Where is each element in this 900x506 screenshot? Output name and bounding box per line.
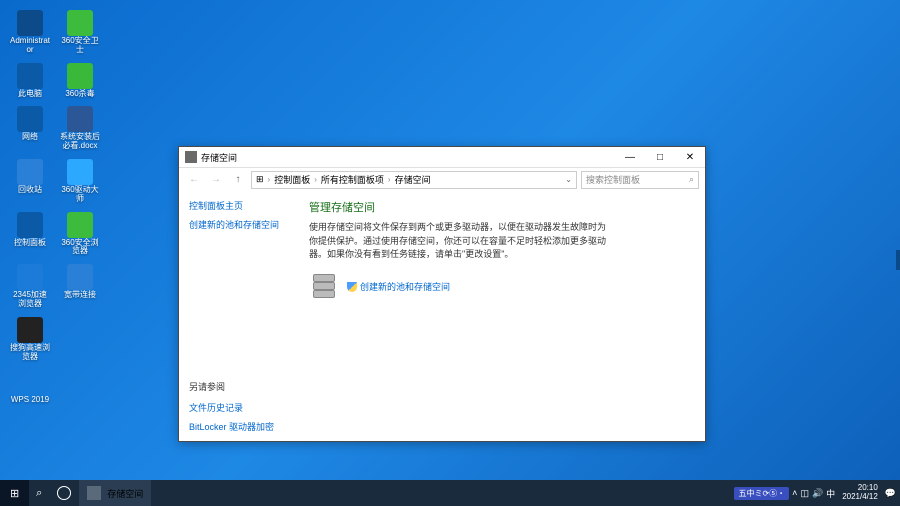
search-placeholder: 搜索控制面板: [586, 173, 640, 186]
app-icon: [67, 10, 93, 36]
crumb-3[interactable]: 存储空间: [395, 173, 431, 186]
desktop-icon-2345加速浏览器[interactable]: 2345加速浏览器: [8, 262, 52, 311]
icon-label: 360杀毒: [65, 90, 94, 99]
sidebar-home[interactable]: 控制面板主页: [189, 199, 279, 212]
icon-label: 360安全卫士: [60, 37, 100, 55]
shield-icon: [347, 282, 357, 292]
crumb-2[interactable]: 所有控制面板项: [321, 173, 384, 186]
clock-date: 2021/4/12: [842, 493, 878, 502]
forward-button[interactable]: →: [207, 171, 225, 189]
app-icon: [67, 63, 93, 89]
notification-icon[interactable]: 💬: [885, 488, 896, 499]
icon-label: 系统安装后必看.docx: [60, 133, 100, 151]
app-icon: [17, 159, 43, 185]
desktop-icon-此电脑[interactable]: 此电脑: [8, 61, 52, 101]
create-pool-label: 创建新的池和存储空间: [360, 280, 450, 293]
minimize-button[interactable]: —: [615, 147, 645, 167]
storage-spaces-window: 存储空间 — □ ✕ ← → ↑ ⊞› 控制面板› 所有控制面板项› 存储空间 …: [178, 146, 706, 442]
breadcrumb[interactable]: ⊞› 控制面板› 所有控制面板项› 存储空间 ⌄: [251, 171, 577, 189]
app-icon: [17, 10, 43, 36]
taskbar-search-icon[interactable]: ⌕: [29, 480, 49, 506]
search-icon: ⌕: [689, 174, 694, 185]
desktop-icon-360安全浏览器[interactable]: 360安全浏览器: [58, 210, 102, 259]
desktop-icon-搜狗高速浏览器[interactable]: 搜狗高速浏览器: [8, 315, 52, 364]
icon-label: 360驱动大师: [60, 186, 100, 204]
ime-pill[interactable]: 五中ミ⟳⑤・: [734, 487, 789, 500]
desktop-icon-控制面板[interactable]: 控制面板: [8, 210, 52, 259]
app-icon: [17, 212, 43, 238]
content-heading: 管理存储空间: [309, 199, 685, 215]
content-body: 使用存储空间将文件保存到两个或更多驱动器，以便在驱动器发生故障时为你提供保护。通…: [309, 221, 609, 262]
app-icon: [17, 264, 43, 290]
close-button[interactable]: ✕: [675, 147, 705, 167]
storage-stack-icon: [309, 272, 339, 302]
desktop-icon-Administrator[interactable]: Administrator: [8, 8, 52, 57]
desktop-icon-360安全卫士[interactable]: 360安全卫士: [58, 8, 102, 57]
app-icon: [67, 264, 93, 290]
window-title: 存储空间: [201, 151, 615, 164]
cortana-icon[interactable]: [57, 486, 71, 500]
icon-label: 搜狗高速浏览器: [10, 344, 50, 362]
desktop-icon-系统安装后必看.docx[interactable]: 系统安装后必看.docx: [58, 104, 102, 153]
icon-label: 此电脑: [18, 90, 42, 99]
tray-sound-icon[interactable]: 🔊: [812, 488, 823, 499]
sidebar: 控制面板主页 创建新的池和存储空间 另请参阅 文件历史记录 BitLocker …: [179, 191, 289, 441]
crumb-root-icon: ⊞: [256, 174, 264, 185]
taskbar-app-icon: [87, 486, 101, 500]
icon-label: 网络: [22, 133, 38, 142]
search-input[interactable]: 搜索控制面板 ⌕: [581, 171, 699, 189]
app-icon: [67, 212, 93, 238]
start-button[interactable]: ⊞: [0, 480, 29, 506]
app-icon: [67, 159, 93, 185]
icon-label: WPS 2019: [11, 396, 49, 405]
crumb-1[interactable]: 控制面板: [274, 173, 310, 186]
app-icon: [17, 106, 43, 132]
icon-label: 360安全浏览器: [60, 239, 100, 257]
taskbar-app-label: 存储空间: [107, 487, 143, 500]
taskbar: ⊞ ⌕ 存储空间 五中ミ⟳⑤・ ˄ ◫ 🔊 中 20:10 2021/4/12 …: [0, 480, 900, 506]
main-content: 管理存储空间 使用存储空间将文件保存到两个或更多驱动器，以便在驱动器发生故障时为…: [289, 191, 705, 441]
desktop-icon-360驱动大师[interactable]: 360驱动大师: [58, 157, 102, 206]
icon-label: 控制面板: [14, 239, 46, 248]
app-icon: [17, 369, 43, 395]
app-icon: [17, 317, 43, 343]
desktop-icon-360杀毒[interactable]: 360杀毒: [58, 61, 102, 101]
titlebar: 存储空间 — □ ✕: [179, 147, 705, 167]
app-icon: [67, 106, 93, 132]
back-button[interactable]: ←: [185, 171, 203, 189]
tray-ime-icon[interactable]: 中: [826, 487, 835, 500]
icon-label: 2345加速浏览器: [10, 291, 50, 309]
desktop-icon-宽带连接[interactable]: 宽带连接: [58, 262, 102, 311]
maximize-button[interactable]: □: [645, 147, 675, 167]
taskbar-clock[interactable]: 20:10 2021/4/12: [838, 484, 882, 502]
create-pool-link[interactable]: 创建新的池和存储空间: [347, 280, 450, 293]
crumb-dropdown[interactable]: ⌄: [565, 175, 572, 184]
desktop-icon-WPS 2019[interactable]: WPS 2019: [8, 367, 52, 407]
app-icon: [17, 63, 43, 89]
tray-up-icon[interactable]: ˄: [792, 488, 797, 498]
desktop-icon-回收站[interactable]: 回收站: [8, 157, 52, 206]
icon-label: 回收站: [18, 186, 42, 195]
up-button[interactable]: ↑: [229, 171, 247, 189]
icon-label: Administrator: [10, 37, 50, 55]
sidebar-file-history[interactable]: 文件历史记录: [189, 401, 279, 414]
see-also-heading: 另请参阅: [189, 380, 279, 393]
tray-network-icon[interactable]: ◫: [800, 488, 809, 499]
desktop-icon-网络[interactable]: 网络: [8, 104, 52, 153]
taskbar-app-storage[interactable]: 存储空间: [79, 480, 151, 506]
system-tray: 五中ミ⟳⑤・ ˄ ◫ 🔊 中 20:10 2021/4/12 💬: [734, 484, 900, 502]
window-icon: [185, 151, 197, 163]
sidebar-bitlocker[interactable]: BitLocker 驱动器加密: [189, 420, 279, 433]
icon-label: 宽带连接: [64, 291, 96, 300]
sidebar-create[interactable]: 创建新的池和存储空间: [189, 218, 279, 231]
nav-bar: ← → ↑ ⊞› 控制面板› 所有控制面板项› 存储空间 ⌄ 搜索控制面板 ⌕: [179, 167, 705, 191]
